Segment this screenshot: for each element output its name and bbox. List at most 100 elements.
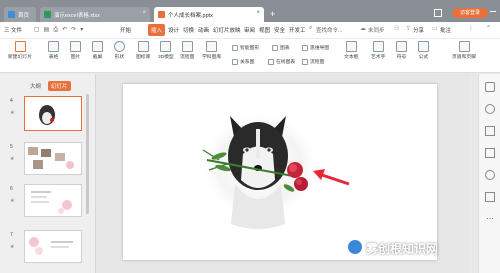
tool-label: 新建幻灯片 [8, 55, 32, 60]
more-tools-icon[interactable]: ⋯ [485, 214, 495, 224]
slide-number: 7 [10, 232, 13, 238]
cloud-sync-icon: ☁ [360, 26, 366, 32]
header-footer-button[interactable]: 页眉和页脚 [452, 41, 476, 60]
login-label: 访客登录 [459, 10, 480, 16]
tool-label: 图片 [70, 55, 81, 60]
menu-insert[interactable]: 插入 [148, 24, 166, 36]
chart-icon [272, 44, 278, 51]
flowchart-lib-button[interactable]: 流程图 [180, 41, 194, 60]
mindmap-button[interactable]: 思维导图 [302, 44, 329, 51]
minimize-icon[interactable] [490, 11, 496, 12]
tab-excel[interactable]: 演示excel表格.xlsx × [40, 7, 150, 22]
smart-graphic-button[interactable]: 智能图形 [232, 44, 259, 51]
3d-cube-icon [160, 41, 172, 52]
menu-start[interactable]: 开始 [120, 26, 131, 34]
comment-button[interactable]: 批注 [440, 26, 451, 34]
share-button[interactable]: 分享 [413, 26, 424, 34]
current-slide[interactable] [123, 84, 437, 260]
new-tab-button[interactable]: + [270, 9, 275, 19]
shape-properties-icon[interactable] [485, 104, 495, 114]
animation-star-icon: ★ [10, 198, 15, 204]
online-chart-button[interactable]: 在线图表 [268, 58, 295, 65]
tool-label: 文本框 [344, 55, 359, 60]
slide-thumbnail[interactable] [24, 230, 82, 263]
shape-button[interactable]: 形状 [114, 41, 125, 60]
textbox-icon [345, 41, 357, 52]
tab-label: 个人成长档案.pptx [168, 12, 213, 19]
more-icon[interactable]: ⋮ [468, 25, 474, 32]
tool-label: 公式 [418, 55, 429, 60]
relation-graph-icon [232, 58, 238, 65]
outline-tab[interactable]: 大纲 [30, 82, 41, 90]
apps-grid-icon[interactable] [434, 9, 442, 17]
smart-graphic-icon [232, 44, 238, 51]
flowchart-icon [302, 58, 308, 65]
icon-library-button[interactable]: 图标库 [136, 41, 150, 60]
collab-icon[interactable]: ⚇ [394, 25, 399, 32]
settings-icon[interactable] [485, 170, 495, 180]
slides-tab[interactable]: 幻灯片 [48, 81, 71, 91]
ppt-file-icon [158, 11, 165, 18]
symbol-icon [396, 41, 407, 52]
home-icon [8, 11, 15, 18]
sync-status[interactable]: 未同步 [368, 26, 385, 34]
search-command-input[interactable]: 查找命令... [316, 26, 343, 34]
menu-transition[interactable]: 切换 [183, 26, 194, 34]
table-button[interactable]: 表格 [48, 41, 59, 60]
tool-label: 学科图库 [202, 55, 222, 60]
animation-star-icon: ★ [10, 156, 15, 162]
floral-text-image [31, 191, 72, 214]
tool-label: 页眉和页脚 [452, 55, 476, 60]
menu-slideshow[interactable]: 幻灯片放映 [213, 26, 241, 34]
tab-home[interactable]: 首页 [4, 7, 36, 22]
subject-library-button[interactable]: 学科图库 [202, 41, 221, 60]
picture-icon [70, 41, 81, 52]
backup-icon[interactable] [485, 192, 495, 202]
husky-with-rose-image[interactable] [123, 84, 437, 260]
animation-icon[interactable] [485, 126, 495, 136]
menu-design[interactable]: 设计 [168, 26, 179, 34]
login-button[interactable]: 访客登录 [452, 8, 488, 18]
pointer-icon[interactable] [485, 82, 495, 92]
formula-button[interactable]: 公式 [418, 41, 429, 60]
slide-thumbnail[interactable] [24, 96, 82, 131]
screenshot-button[interactable]: 截屏 [92, 41, 103, 60]
chart-button[interactable]: 图表 [272, 44, 290, 51]
slide-thumbnail[interactable] [24, 142, 82, 175]
watermark-text: 雾创根知识网 [366, 242, 439, 256]
tool-label: 形状 [114, 55, 125, 60]
new-slide-button[interactable]: 新建幻灯片 [8, 41, 32, 60]
menu-security[interactable]: 安全 [274, 26, 285, 34]
menu-animation[interactable]: 动画 [198, 26, 209, 34]
tab-pptx[interactable]: 个人成长档案.pptx × [154, 7, 264, 22]
slide-thumbnail[interactable] [24, 184, 82, 217]
close-icon[interactable]: × [142, 10, 146, 16]
tool-label: 在线图表 [276, 60, 296, 65]
tool-label: 图表 [280, 46, 290, 51]
quick-access-icons[interactable]: ▢▤⎙↶↷▾ [34, 26, 87, 34]
panel-scrollbar[interactable] [86, 94, 89, 214]
relation-graph-button[interactable]: 关系图 [232, 58, 254, 65]
tool-label: 智能图形 [240, 46, 260, 51]
design-icon[interactable] [485, 148, 495, 158]
textbox-button[interactable]: 文本框 [344, 41, 358, 60]
menu-view[interactable]: 视图 [259, 26, 270, 34]
tool-label: 表格 [48, 55, 59, 60]
collapse-ribbon-icon[interactable]: ⌃ [486, 25, 491, 32]
close-icon[interactable]: × [256, 10, 260, 16]
menu-file[interactable]: 三 文件 [4, 26, 22, 34]
wordart-button[interactable]: 艺术字 [371, 41, 385, 60]
symbol-button[interactable]: 符号 [396, 41, 407, 60]
slide-panel: 大纲 幻灯片 4 ★ 5 ★ 6 ★ 7 ★ [0, 74, 96, 273]
menu-developer[interactable]: 开发工 [289, 26, 306, 34]
share-icon: ⇪ [406, 26, 412, 32]
watermark-logo-icon [348, 240, 362, 254]
3d-model-button[interactable]: 3D模型 [158, 41, 174, 60]
flowchart-icon [181, 41, 193, 52]
tab-label: 首页 [18, 12, 30, 19]
picture-button[interactable]: 图片 [70, 41, 81, 60]
online-chart-icon [268, 58, 274, 65]
menu-review[interactable]: 审阅 [244, 26, 255, 34]
flowchart-button[interactable]: 流程图 [302, 58, 324, 65]
floral-text-image [29, 237, 73, 255]
